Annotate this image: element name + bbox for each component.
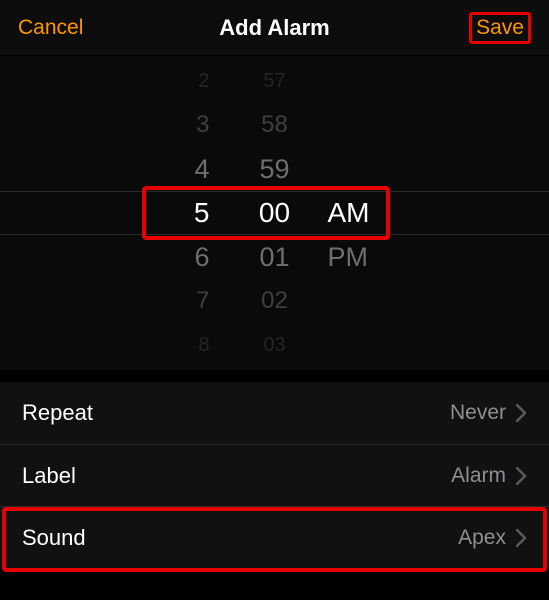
repeat-row[interactable]: Repeat Never	[0, 382, 549, 444]
hour-option[interactable]: 6	[194, 235, 209, 279]
minute-selected[interactable]: 00	[259, 191, 290, 235]
ampm-option[interactable]: PM	[328, 235, 369, 279]
ampm-selected[interactable]: AM	[328, 191, 370, 235]
sound-row[interactable]: Sound Apex	[0, 506, 549, 568]
hour-option[interactable]: 7	[196, 279, 209, 323]
alarm-settings-list: Repeat Never Label Alarm Sound Apex	[0, 382, 549, 568]
minute-option[interactable]: 02	[261, 279, 288, 323]
chevron-right-icon	[516, 529, 527, 547]
hour-selected[interactable]: 5	[194, 191, 210, 235]
sound-value: Apex	[458, 526, 506, 550]
hour-wheel[interactable]: 2 3 4 5 6 7 8	[140, 56, 230, 370]
minute-option[interactable]: 57	[263, 59, 285, 103]
minute-option[interactable]: 58	[261, 103, 288, 147]
hour-option[interactable]: 8	[198, 323, 209, 367]
time-picker[interactable]: 2 3 4 5 6 7 8 57 58 59 00 01 02 03 AM PM	[0, 56, 549, 370]
repeat-label: Repeat	[22, 400, 93, 426]
chevron-right-icon	[516, 404, 527, 422]
label-value: Alarm	[451, 464, 506, 488]
label-row[interactable]: Label Alarm	[0, 444, 549, 506]
hour-option[interactable]: 3	[196, 103, 209, 147]
ampm-wheel[interactable]: AM PM	[320, 56, 410, 370]
minute-option[interactable]: 03	[263, 323, 285, 367]
chevron-right-icon	[516, 467, 527, 485]
save-button[interactable]: Save	[476, 16, 524, 39]
minute-wheel[interactable]: 57 58 59 00 01 02 03	[230, 56, 320, 370]
label-label: Label	[22, 463, 76, 489]
minute-option[interactable]: 59	[259, 147, 289, 191]
repeat-value: Never	[450, 401, 506, 425]
cancel-button[interactable]: Cancel	[18, 16, 83, 40]
hour-option[interactable]: 2	[198, 59, 209, 103]
hour-option[interactable]: 4	[194, 147, 209, 191]
nav-bar: Cancel Add Alarm Save	[0, 0, 549, 56]
minute-option[interactable]: 01	[259, 235, 289, 279]
save-button-highlight: Save	[469, 12, 531, 44]
sound-label: Sound	[22, 525, 86, 551]
